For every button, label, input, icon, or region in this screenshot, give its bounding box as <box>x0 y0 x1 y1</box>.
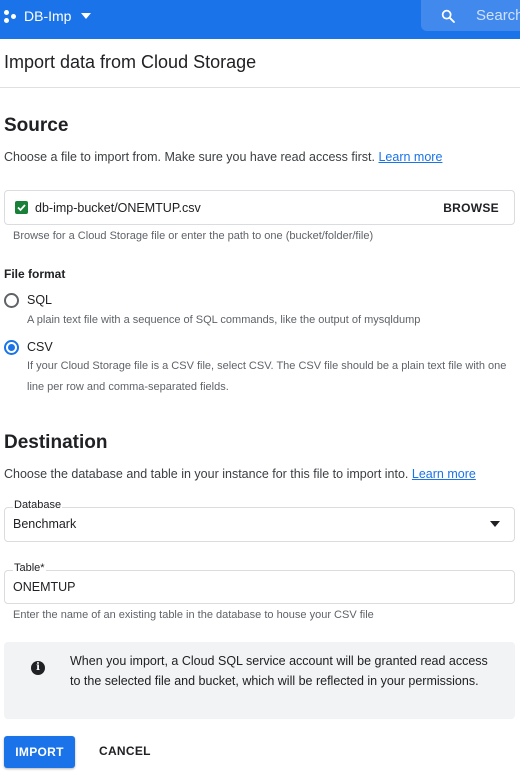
info-icon: i <box>31 661 45 675</box>
source-heading: Source <box>4 115 69 136</box>
check-icon <box>15 201 28 214</box>
project-selector[interactable]: DB-Imp <box>0 0 92 31</box>
dropdown-arrow-icon[interactable] <box>490 521 500 527</box>
database-label: Database <box>13 499 63 511</box>
source-description: Choose a file to import from. Make sure … <box>4 150 442 164</box>
source-description-text: Choose a file to import from. Make sure … <box>4 150 375 164</box>
radio-csv[interactable] <box>4 340 19 355</box>
search-input[interactable]: Search <box>476 7 520 24</box>
radio-sql-label[interactable]: SQL <box>27 293 52 307</box>
file-path-hint: Browse for a Cloud Storage file or enter… <box>13 230 374 242</box>
radio-sql[interactable] <box>4 293 19 308</box>
search-bar[interactable]: Search <box>421 0 520 31</box>
browse-button[interactable]: BROWSE <box>443 201 499 215</box>
source-learn-more-link[interactable]: Learn more <box>378 150 442 164</box>
chevron-down-icon <box>81 12 92 19</box>
project-name: DB-Imp <box>24 7 72 24</box>
table-hint: Enter the name of an existing table in t… <box>13 609 374 621</box>
project-dots-icon <box>2 8 18 24</box>
table-input[interactable]: ONEMTUP <box>13 580 76 594</box>
radio-csv-description: If your Cloud Storage file is a CSV file… <box>27 360 507 393</box>
destination-description: Choose the database and table in your in… <box>4 467 476 481</box>
database-select[interactable]: Database Benchmark <box>4 499 515 542</box>
destination-learn-more-link[interactable]: Learn more <box>412 467 476 481</box>
file-format-label: File format <box>4 267 66 281</box>
top-app-bar: DB-Imp Search <box>0 0 520 39</box>
file-path-field[interactable]: db-imp-bucket/ONEMTUP.csv BROWSE <box>4 190 515 225</box>
radio-csv-label[interactable]: CSV <box>27 340 53 354</box>
divider <box>0 87 520 88</box>
destination-heading: Destination <box>4 432 108 453</box>
info-text: When you import, a Cloud SQL service acc… <box>70 654 488 688</box>
search-icon <box>441 9 455 23</box>
info-banner: i When you import, a Cloud SQL service a… <box>4 642 515 719</box>
table-label: Table* <box>13 562 46 574</box>
destination-description-text: Choose the database and table in your in… <box>4 467 409 481</box>
radio-sql-description: A plain text file with a sequence of SQL… <box>27 314 421 326</box>
database-value[interactable]: Benchmark <box>13 517 76 531</box>
cancel-button[interactable]: CANCEL <box>99 744 151 758</box>
import-button[interactable]: IMPORT <box>4 736 75 768</box>
file-path-value[interactable]: db-imp-bucket/ONEMTUP.csv <box>35 201 201 215</box>
table-field[interactable]: Table* ONEMTUP <box>4 562 515 604</box>
page-title: Import data from Cloud Storage <box>4 52 257 72</box>
